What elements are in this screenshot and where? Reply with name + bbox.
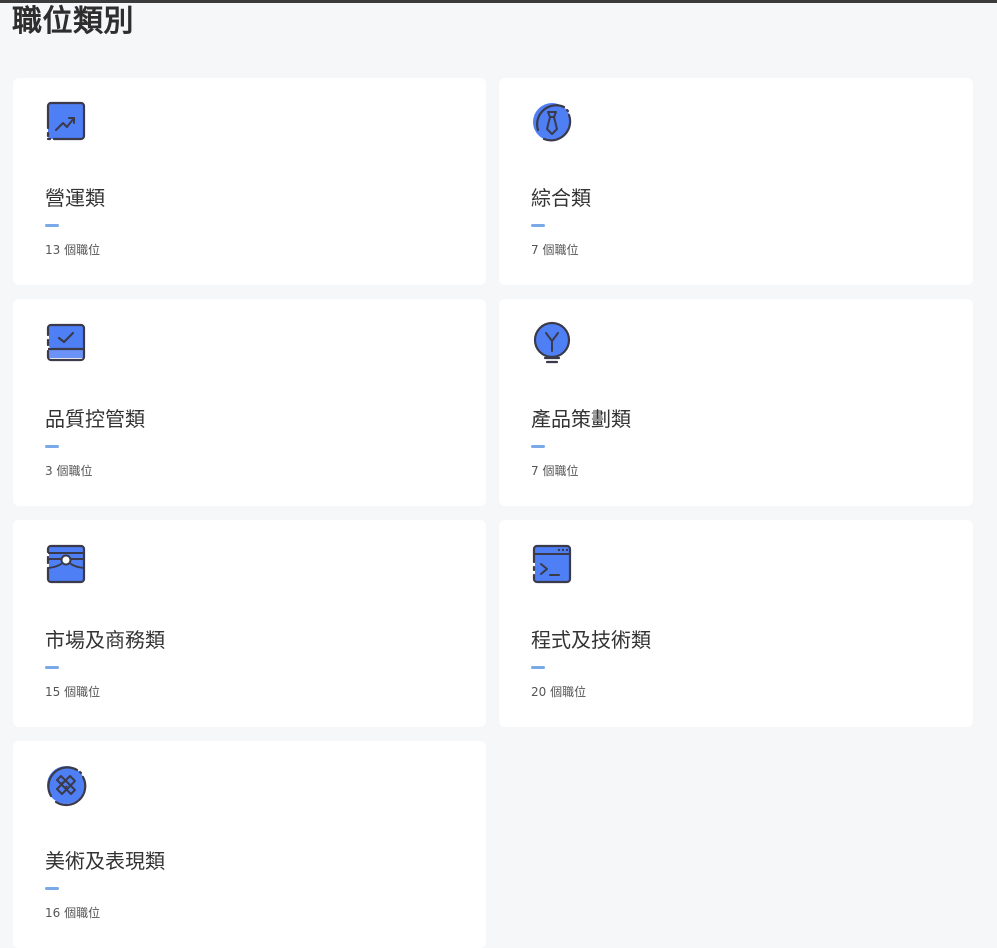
category-card[interactable]: 營運類 13 個職位 (13, 78, 486, 285)
accent-bar (45, 666, 59, 669)
category-title: 品質控管類 (45, 407, 145, 431)
job-count: 16 個職位 (45, 906, 101, 920)
category-grid: 營運類 13 個職位 綜合類 7 個職位 品質控管類 3 個職位 產品策劃類 7… (13, 78, 973, 948)
job-count: 3 個職位 (45, 464, 93, 478)
accent-bar (531, 445, 545, 448)
terminal-icon (530, 542, 574, 586)
lightbulb-icon (530, 321, 574, 365)
accent-bar (531, 224, 545, 227)
category-card[interactable]: 市場及商務類 15 個職位 (13, 520, 486, 727)
category-title: 美術及表現類 (45, 849, 165, 873)
category-title: 營運類 (45, 186, 105, 210)
category-title: 程式及技術類 (531, 628, 651, 652)
accent-bar (531, 666, 545, 669)
necktie-icon (530, 100, 574, 144)
category-title: 市場及商務類 (45, 628, 165, 652)
job-count: 7 個職位 (531, 243, 579, 257)
category-card[interactable]: 綜合類 7 個職位 (499, 78, 973, 285)
job-count: 15 個職位 (45, 685, 101, 699)
category-title: 產品策劃類 (531, 407, 631, 431)
job-count: 13 個職位 (45, 243, 101, 257)
job-count: 7 個職位 (531, 464, 579, 478)
category-card[interactable]: 美術及表現類 16 個職位 (13, 741, 486, 948)
page-title: 職位類別 (12, 4, 134, 39)
category-card[interactable]: 品質控管類 3 個職位 (13, 299, 486, 506)
briefcase-icon (44, 542, 88, 586)
job-count: 20 個職位 (531, 685, 587, 699)
category-title: 綜合類 (531, 186, 591, 210)
category-card[interactable]: 程式及技術類 20 個職位 (499, 520, 973, 727)
checkbox-tray-icon (44, 321, 88, 365)
category-card[interactable]: 產品策劃類 7 個職位 (499, 299, 973, 506)
pencil-ruler-icon (44, 763, 88, 807)
top-border (0, 0, 997, 3)
accent-bar (45, 887, 59, 890)
trend-chart-icon (44, 100, 88, 144)
accent-bar (45, 224, 59, 227)
accent-bar (45, 445, 59, 448)
